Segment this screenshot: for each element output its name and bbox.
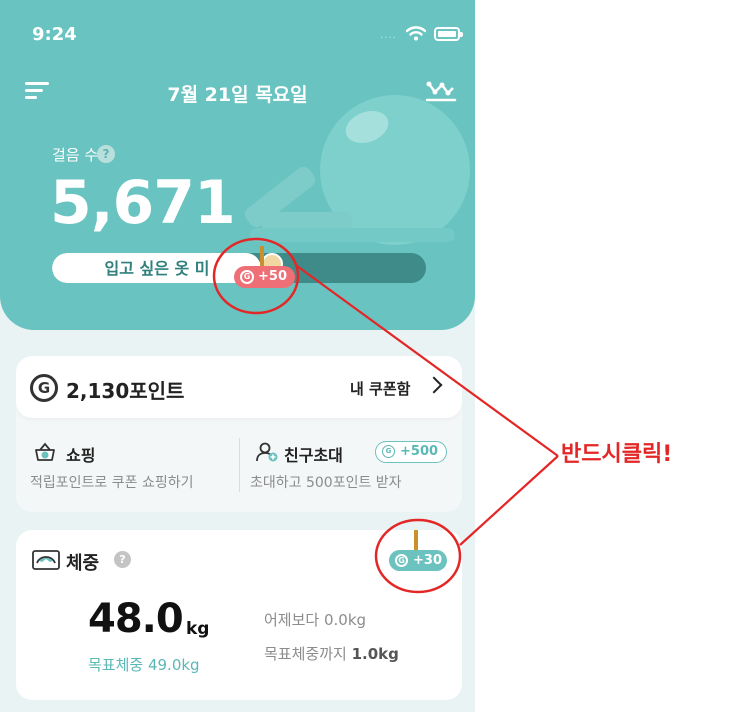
weight-value: 48.0 — [88, 596, 184, 642]
flag-pole-icon — [414, 530, 418, 552]
g-point-icon: G — [30, 374, 58, 402]
battery-icon — [434, 27, 463, 41]
invite-reward-badge: G +500 — [375, 441, 447, 463]
steps-label: 걸음 수 — [52, 146, 99, 164]
coin-icon: G — [240, 270, 254, 284]
weight-card[interactable]: 체중 ? G +30 48.0 kg 목표체중 49.0kg 어제보다 0.0k… — [16, 530, 462, 700]
wifi-icon — [406, 26, 426, 41]
step-reward-amount: +50 — [258, 269, 287, 284]
points-card: G 2,130포인트 내 쿠폰함 쇼핑 적립포인트로 쿠폰 쇼핑하기 친구초대 — [16, 356, 462, 512]
weight-vs-yesterday: 어제보다 0.0kg — [264, 611, 367, 629]
weight-goal: 목표체중 49.0kg — [88, 656, 200, 674]
steps-header: 9:24 .... 7월 21일 목요일 걸음 수 ? 5,671 입고 싶은 … — [0, 0, 475, 330]
shopping-desc[interactable]: 적립포인트로 쿠폰 쇼핑하기 — [30, 472, 193, 492]
weight-title: 체중 — [66, 553, 100, 574]
status-time: 9:24 — [32, 24, 77, 45]
weight-to-goal: 목표체중까지 1.0kg — [264, 643, 399, 664]
signal-dots: .... — [380, 30, 397, 41]
help-icon[interactable]: ? — [97, 145, 115, 163]
shopping-title[interactable]: 쇼핑 — [66, 442, 95, 466]
help-icon[interactable]: ? — [114, 551, 131, 568]
divider — [239, 438, 240, 492]
invite-friend-title[interactable]: 친구초대 — [284, 442, 343, 466]
weight-reward-amount: +30 — [413, 553, 442, 568]
coin-icon: G — [382, 445, 395, 458]
goal-text: 입고 싶은 옷 미 — [104, 259, 210, 278]
weight-to-goal-label: 목표체중까지 — [264, 645, 347, 663]
points-balance: 2,130포인트 — [66, 379, 185, 403]
shopping-basket-icon — [35, 442, 55, 461]
chart-icon[interactable] — [425, 78, 457, 104]
scale-icon — [32, 550, 60, 570]
step-reward-badge[interactable]: G +50 — [234, 266, 295, 288]
invite-friend-icon — [256, 442, 278, 462]
weight-reward-badge[interactable]: G +30 — [389, 550, 447, 571]
invite-reward-amount: +500 — [400, 444, 439, 459]
coin-icon: G — [395, 554, 408, 567]
invite-friend-desc[interactable]: 초대하고 500포인트 받자 — [250, 472, 402, 492]
my-coupons-link[interactable]: 내 쿠폰함 — [350, 378, 410, 399]
phone-screen: 9:24 .... 7월 21일 목요일 걸음 수 ? 5,671 입고 싶은 … — [0, 0, 475, 712]
weight-unit: kg — [186, 619, 210, 639]
floor-shadow — [250, 228, 455, 242]
steps-count: 5,671 — [50, 168, 236, 238]
screenshot: 9:24 .... 7월 21일 목요일 걸음 수 ? 5,671 입고 싶은 … — [0, 0, 743, 712]
chevron-right-icon[interactable] — [425, 376, 443, 394]
annotation-label: 반드시클릭! — [561, 442, 673, 467]
weight-to-goal-value: 1.0kg — [351, 645, 399, 663]
points-summary[interactable]: G 2,130포인트 내 쿠폰함 — [16, 356, 462, 418]
